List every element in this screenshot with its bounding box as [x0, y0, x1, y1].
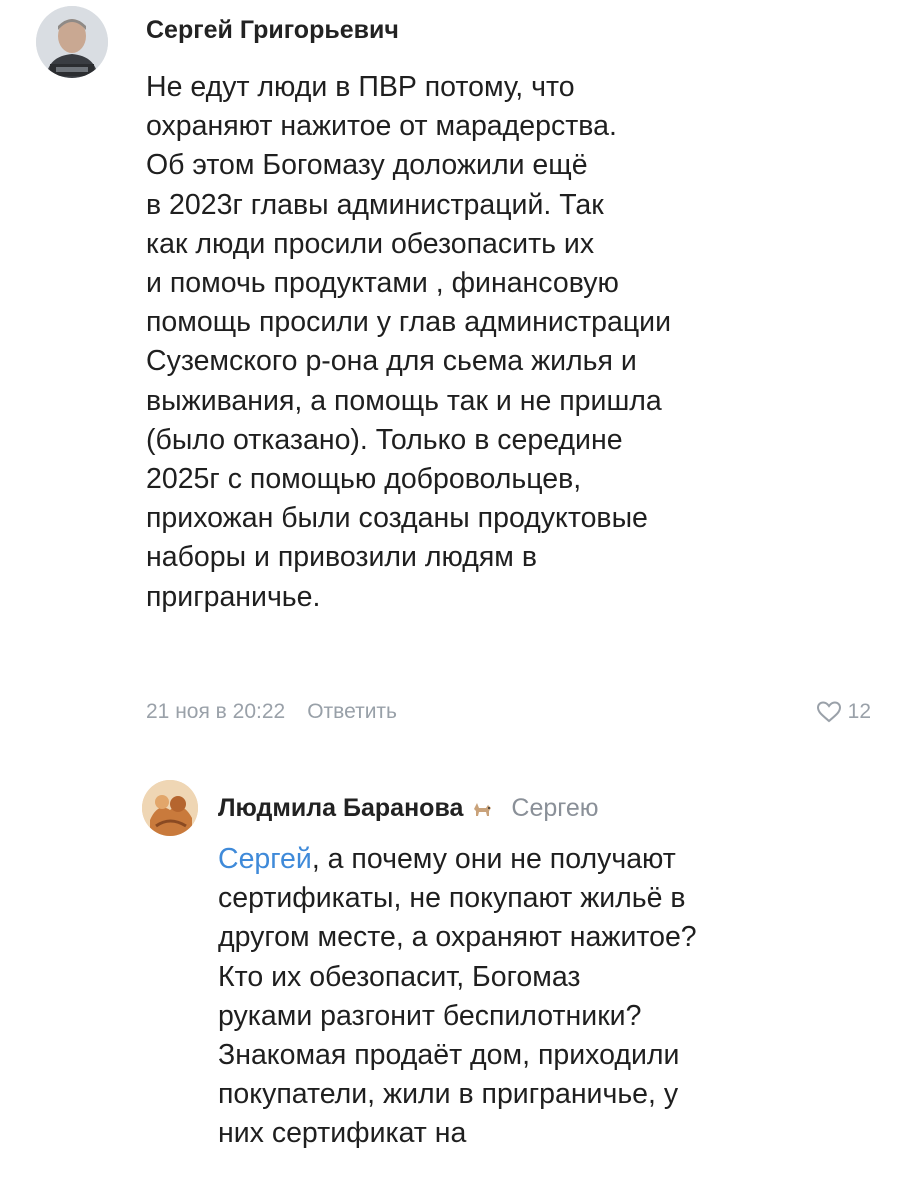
dog-emoji-icon — [474, 802, 492, 816]
user-photo-icon — [142, 780, 198, 836]
comment-meta: 21 ноя в 20:22 Ответить — [146, 700, 397, 724]
avatar[interactable] — [36, 6, 108, 78]
comment-text: Сергей, а почему они не получают сертифи… — [218, 840, 697, 1154]
comment-text-line: Знакомая продаёт дом, приходили — [218, 1039, 680, 1072]
comment-author[interactable]: Людмила Баранова — [218, 794, 463, 823]
comment-text-fragment: , а почему они не получают — [311, 843, 676, 875]
comment: Сергей Григорьевич Не едут люди в ПВР по… — [0, 0, 907, 760]
comment-author-row: Людмила Баранова Сергею — [218, 794, 598, 823]
comment-text: Не едут люди в ПВР потому, что охраняют … — [146, 68, 671, 617]
avatar[interactable] — [142, 780, 198, 836]
user-photo-icon — [36, 6, 108, 78]
comment-text-line: Кто их обезопасит, Богомаз — [218, 960, 581, 993]
comment-text-line: помощь просили у глав администрации — [146, 306, 672, 339]
comment-text-line: покупатели, жили в приграничье, у — [218, 1078, 679, 1111]
reply-comment: Людмила Баранова Сергею Сергей, а почему… — [0, 760, 907, 1200]
comment-text-line: охраняют нажитое от марадерства. — [146, 110, 617, 143]
comment-text-line: Суземского р-она для сьема жилья и — [146, 345, 637, 378]
comment-text-line: сертификаты, не покупают жильё в — [218, 882, 686, 915]
comment-text-line: (было отказано). Только в середине — [146, 423, 623, 456]
comment-text-line: прихожан были созданы продуктовые — [146, 502, 648, 535]
comment-text-line: и помочь продуктами , финансовую — [146, 267, 619, 300]
comment-author[interactable]: Сергей Григорьевич — [146, 16, 399, 45]
comment-text-line: них сертификат на — [218, 1117, 467, 1150]
comment-text-line: наборы и привозили людям в — [146, 541, 537, 574]
reply-button[interactable]: Ответить — [307, 700, 397, 724]
comment-text-line: другом месте, а охраняют нажитое? — [218, 921, 697, 954]
reply-to-label[interactable]: Сергею — [511, 794, 598, 823]
comment-text-line: руками разгонит беспилотники? — [218, 999, 642, 1032]
heart-icon — [816, 701, 841, 723]
mention-link[interactable]: Сергей — [218, 843, 312, 875]
like-count: 12 — [847, 700, 871, 723]
comment-text-line: Сергей, а почему они не получают — [218, 840, 697, 879]
comment-timestamp: 21 ноя в 20:22 — [146, 700, 286, 723]
comment-text-line: 2025г с помощью добровольцев, — [146, 463, 582, 496]
like-button[interactable]: 12 — [816, 700, 871, 724]
comment-text-line: выживания, а помощь так и не пришла — [146, 384, 662, 417]
comment-text-line: как люди просили обезопасить их — [146, 227, 595, 260]
comment-text-line: Об этом Богомазу доложили ещё — [146, 149, 588, 182]
comment-text-line: Не едут люди в ПВР потому, что — [146, 71, 575, 103]
comment-text-line: приграничье. — [146, 580, 321, 613]
comment-text-line: в 2023г главы администраций. Так — [146, 188, 604, 221]
